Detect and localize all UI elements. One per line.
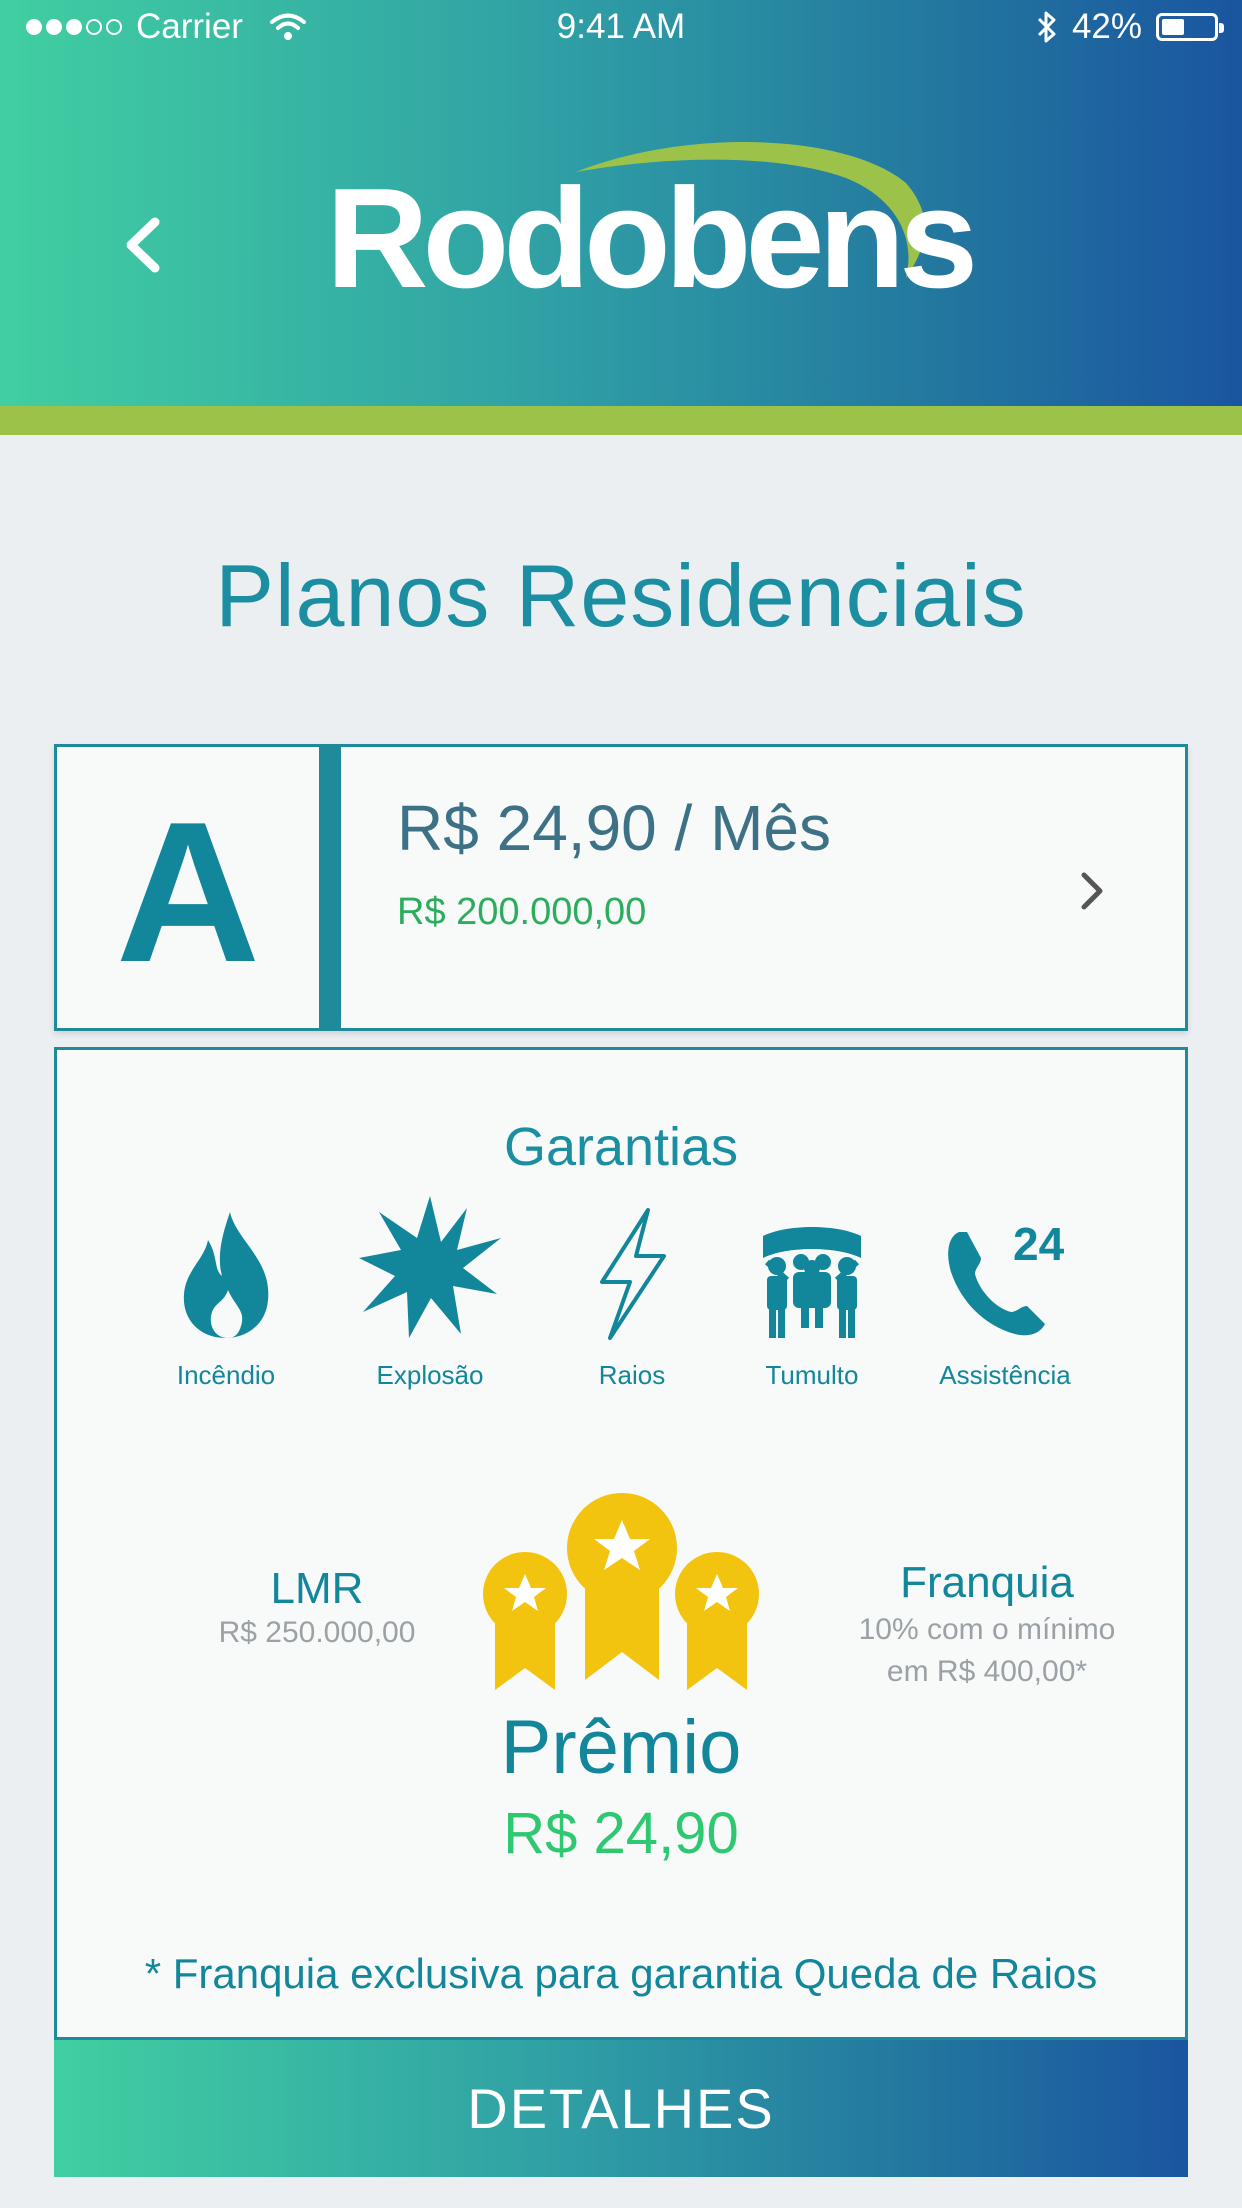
plan-card[interactable]: A R$ 24,90 / Mês R$ 200.000,00	[54, 744, 1188, 1031]
plan-details-card: Garantias Incêndio Explosão Raios Tumult…	[54, 1047, 1188, 2040]
crowd-icon	[763, 1227, 861, 1338]
fire-icon	[183, 1212, 269, 1338]
chevron-right-icon[interactable]	[1072, 869, 1112, 913]
phone-24h-badge: 24	[1013, 1222, 1065, 1270]
lmr-title: LMR	[270, 1564, 364, 1613]
battery-icon	[1156, 13, 1224, 41]
premio-block: Prêmio R$ 24,90	[57, 1710, 1185, 1867]
premio-title: Prêmio	[500, 1705, 742, 1790]
details-button[interactable]: DETALHES	[54, 2040, 1188, 2177]
lmr-value: R$ 250.000,00	[218, 1616, 416, 1649]
coverage-label: Assistência	[939, 1360, 1071, 1390]
franquia-block: Franquia 10% com o mínimo em R$ 400,00*	[817, 1558, 1157, 1692]
garantias-title: Garantias	[503, 1117, 739, 1177]
coverage-label: Raios	[598, 1360, 666, 1390]
franquia-line1: 10% com o mínimo	[858, 1613, 1116, 1646]
status-right: 42%	[1036, 7, 1224, 47]
page-title: Planos Residenciais	[215, 546, 1027, 645]
coverage-assistencia: 24 Assistência	[915, 1190, 1095, 1391]
header-accent-stripe	[0, 406, 1242, 435]
bluetooth-icon	[1037, 11, 1056, 43]
logo-text: Rodobens	[326, 159, 978, 318]
phone-24h-icon: 24	[948, 1222, 1065, 1336]
premio-value: R$ 24,90	[503, 1801, 739, 1866]
app-header: Carrier 9:41 AM 42% Rodobens	[0, 0, 1242, 406]
coverage-label: Explosão	[376, 1360, 484, 1390]
coverage-explosao: Explosão	[340, 1190, 520, 1391]
coverage-tumulto: Tumulto	[722, 1190, 902, 1391]
battery-percent: 42%	[1071, 7, 1142, 46]
franquia-title: Franquia	[900, 1558, 1074, 1607]
rodobens-logo: Rodobens	[326, 138, 978, 310]
lightning-icon	[600, 1208, 666, 1340]
coverage-raios: Raios	[542, 1190, 722, 1391]
franquia-footnote: * Franquia exclusiva para garantia Queda…	[144, 1950, 1098, 1997]
back-button[interactable]	[115, 210, 169, 280]
explosion-icon	[359, 1196, 501, 1338]
coverage-label: Incêndio	[176, 1360, 276, 1390]
plan-coverage: R$ 200.000,00	[397, 891, 647, 933]
lmr-block: LMR R$ 250.000,00	[147, 1564, 487, 1650]
plan-letter: A	[115, 780, 261, 1004]
coverage-incendio: Incêndio	[136, 1190, 316, 1391]
franquia-line2: em R$ 400,00*	[886, 1655, 1088, 1688]
plan-letter-box: A	[57, 747, 319, 1028]
plan-divider	[319, 747, 341, 1028]
award-medals-icon	[483, 1493, 759, 1690]
coverage-label: Tumulto	[765, 1360, 859, 1390]
status-bar: Carrier 9:41 AM 42%	[0, 0, 1242, 56]
plan-price: R$ 24,90 / Mês	[397, 792, 831, 864]
